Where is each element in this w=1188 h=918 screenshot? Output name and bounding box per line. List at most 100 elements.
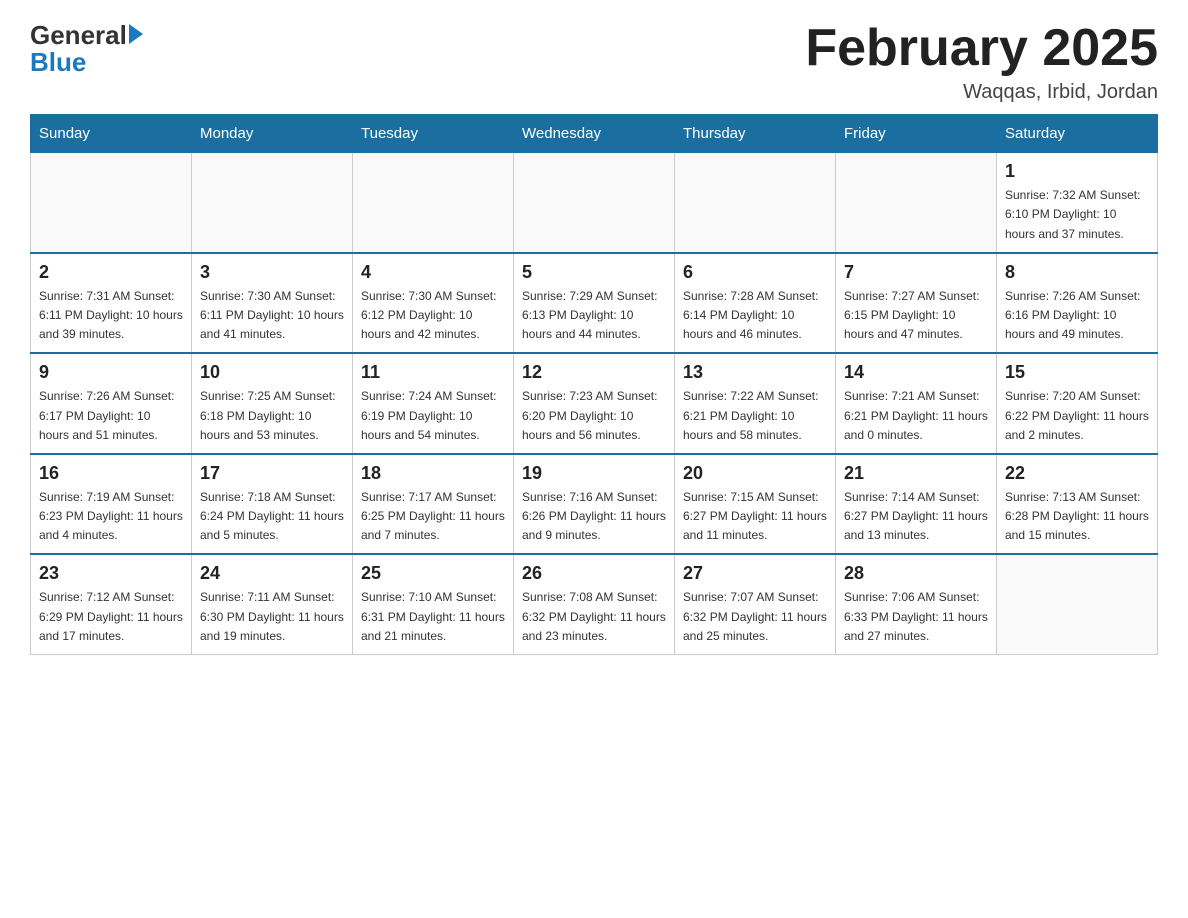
day-number: 19	[522, 463, 666, 484]
calendar-week-row: 23 Sunrise: 7:12 AM Sunset: 6:29 PM Dayli…	[31, 554, 1158, 654]
calendar-day-cell: 3 Sunrise: 7:30 AM Sunset: 6:11 PM Daylig…	[192, 253, 353, 354]
calendar-week-row: 9Sunrise: 7:26 AM Sunset: 6:17 PM Daylig…	[31, 353, 1158, 454]
day-number: 1	[1005, 161, 1149, 182]
calendar-day-cell	[353, 153, 514, 253]
logo-blue-text: Blue	[30, 49, 143, 75]
day-header-monday: Monday	[192, 115, 353, 153]
calendar-day-cell: 6 Sunrise: 7:28 AM Sunset: 6:14 PM Daylig…	[675, 253, 836, 354]
day-header-tuesday: Tuesday	[353, 115, 514, 153]
day-info: Sunrise: 7:07 AM Sunset: 6:32 PM Dayligh…	[683, 588, 827, 646]
day-number: 4	[361, 262, 505, 283]
calendar-day-cell: 25 Sunrise: 7:10 AM Sunset: 6:31 PM Dayli…	[353, 554, 514, 654]
calendar-day-cell	[514, 153, 675, 253]
calendar-day-cell: 10 Sunrise: 7:25 AM Sunset: 6:18 PM Dayli…	[192, 353, 353, 454]
calendar-day-cell: 15 Sunrise: 7:20 AM Sunset: 6:22 PM Dayli…	[997, 353, 1158, 454]
day-info: Sunrise: 7:30 AM Sunset: 6:11 PM Dayligh…	[200, 287, 344, 345]
day-number: 15	[1005, 362, 1149, 383]
day-number: 21	[844, 463, 988, 484]
day-number: 2	[39, 262, 183, 283]
calendar-title: February 2025	[805, 20, 1158, 77]
day-info: Sunrise: 7:14 AM Sunset: 6:27 PM Dayligh…	[844, 488, 988, 546]
day-info: Sunrise: 7:30 AM Sunset: 6:12 PM Dayligh…	[361, 287, 505, 345]
day-number: 22	[1005, 463, 1149, 484]
calendar-day-cell: 23 Sunrise: 7:12 AM Sunset: 6:29 PM Dayli…	[31, 554, 192, 654]
day-info: Sunrise: 7:16 AM Sunset: 6:26 PM Dayligh…	[522, 488, 666, 546]
calendar-day-cell: 26Sunrise: 7:08 AM Sunset: 6:32 PM Dayli…	[514, 554, 675, 654]
day-header-wednesday: Wednesday	[514, 115, 675, 153]
day-number: 10	[200, 362, 344, 383]
day-number: 25	[361, 563, 505, 584]
calendar-day-cell: 17 Sunrise: 7:18 AM Sunset: 6:24 PM Dayli…	[192, 454, 353, 555]
calendar-day-cell: 9Sunrise: 7:26 AM Sunset: 6:17 PM Daylig…	[31, 353, 192, 454]
day-info: Sunrise: 7:29 AM Sunset: 6:13 PM Dayligh…	[522, 287, 666, 345]
calendar-day-cell: 16 Sunrise: 7:19 AM Sunset: 6:23 PM Dayli…	[31, 454, 192, 555]
day-info: Sunrise: 7:26 AM Sunset: 6:16 PM Dayligh…	[1005, 287, 1149, 345]
day-info: Sunrise: 7:28 AM Sunset: 6:14 PM Dayligh…	[683, 287, 827, 345]
day-number: 14	[844, 362, 988, 383]
calendar-day-cell: 28 Sunrise: 7:06 AM Sunset: 6:33 PM Dayli…	[836, 554, 997, 654]
day-info: Sunrise: 7:13 AM Sunset: 6:28 PM Dayligh…	[1005, 488, 1149, 546]
day-number: 16	[39, 463, 183, 484]
day-number: 12	[522, 362, 666, 383]
day-number: 7	[844, 262, 988, 283]
day-info: Sunrise: 7:26 AM Sunset: 6:17 PM Dayligh…	[39, 387, 183, 445]
day-number: 3	[200, 262, 344, 283]
calendar-week-row: 2 Sunrise: 7:31 AM Sunset: 6:11 PM Daylig…	[31, 253, 1158, 354]
day-number: 24	[200, 563, 344, 584]
calendar-day-cell: 19 Sunrise: 7:16 AM Sunset: 6:26 PM Dayli…	[514, 454, 675, 555]
day-number: 11	[361, 362, 505, 383]
calendar-week-row: 16 Sunrise: 7:19 AM Sunset: 6:23 PM Dayli…	[31, 454, 1158, 555]
page-header: General Blue February 2025 Waqqas, Irbid…	[30, 20, 1158, 104]
day-info: Sunrise: 7:17 AM Sunset: 6:25 PM Dayligh…	[361, 488, 505, 546]
day-header-sunday: Sunday	[31, 115, 192, 153]
day-info: Sunrise: 7:19 AM Sunset: 6:23 PM Dayligh…	[39, 488, 183, 546]
calendar-day-cell: 27 Sunrise: 7:07 AM Sunset: 6:32 PM Dayli…	[675, 554, 836, 654]
day-header-friday: Friday	[836, 115, 997, 153]
day-number: 18	[361, 463, 505, 484]
calendar-day-cell: 4 Sunrise: 7:30 AM Sunset: 6:12 PM Daylig…	[353, 253, 514, 354]
day-info: Sunrise: 7:24 AM Sunset: 6:19 PM Dayligh…	[361, 387, 505, 445]
day-info: Sunrise: 7:18 AM Sunset: 6:24 PM Dayligh…	[200, 488, 344, 546]
day-info: Sunrise: 7:25 AM Sunset: 6:18 PM Dayligh…	[200, 387, 344, 445]
logo: General Blue	[30, 20, 143, 75]
calendar-day-cell: 21 Sunrise: 7:14 AM Sunset: 6:27 PM Dayli…	[836, 454, 997, 555]
day-number: 17	[200, 463, 344, 484]
title-block: February 2025 Waqqas, Irbid, Jordan	[805, 20, 1158, 104]
day-info: Sunrise: 7:15 AM Sunset: 6:27 PM Dayligh…	[683, 488, 827, 546]
day-number: 5	[522, 262, 666, 283]
calendar-day-cell	[675, 153, 836, 253]
calendar-header-row: SundayMondayTuesdayWednesdayThursdayFrid…	[31, 115, 1158, 153]
calendar-day-cell	[31, 153, 192, 253]
day-number: 20	[683, 463, 827, 484]
day-info: Sunrise: 7:32 AM Sunset: 6:10 PM Dayligh…	[1005, 186, 1149, 244]
calendar-day-cell: 18 Sunrise: 7:17 AM Sunset: 6:25 PM Dayli…	[353, 454, 514, 555]
day-number: 23	[39, 563, 183, 584]
day-info: Sunrise: 7:21 AM Sunset: 6:21 PM Dayligh…	[844, 387, 988, 445]
day-number: 8	[1005, 262, 1149, 283]
calendar-day-cell: 2 Sunrise: 7:31 AM Sunset: 6:11 PM Daylig…	[31, 253, 192, 354]
calendar-day-cell: 13 Sunrise: 7:22 AM Sunset: 6:21 PM Dayli…	[675, 353, 836, 454]
day-info: Sunrise: 7:27 AM Sunset: 6:15 PM Dayligh…	[844, 287, 988, 345]
calendar-day-cell: 20 Sunrise: 7:15 AM Sunset: 6:27 PM Dayli…	[675, 454, 836, 555]
day-number: 27	[683, 563, 827, 584]
calendar-day-cell: 8 Sunrise: 7:26 AM Sunset: 6:16 PM Daylig…	[997, 253, 1158, 354]
day-number: 6	[683, 262, 827, 283]
day-header-saturday: Saturday	[997, 115, 1158, 153]
day-number: 13	[683, 362, 827, 383]
calendar-day-cell: 5 Sunrise: 7:29 AM Sunset: 6:13 PM Daylig…	[514, 253, 675, 354]
day-info: Sunrise: 7:22 AM Sunset: 6:21 PM Dayligh…	[683, 387, 827, 445]
day-info: Sunrise: 7:20 AM Sunset: 6:22 PM Dayligh…	[1005, 387, 1149, 445]
day-info: Sunrise: 7:10 AM Sunset: 6:31 PM Dayligh…	[361, 588, 505, 646]
calendar-day-cell	[836, 153, 997, 253]
day-info: Sunrise: 7:31 AM Sunset: 6:11 PM Dayligh…	[39, 287, 183, 345]
logo-arrow-icon	[129, 24, 143, 44]
calendar-table: SundayMondayTuesdayWednesdayThursdayFrid…	[30, 114, 1158, 655]
calendar-day-cell: 12Sunrise: 7:23 AM Sunset: 6:20 PM Dayli…	[514, 353, 675, 454]
calendar-day-cell: 22 Sunrise: 7:13 AM Sunset: 6:28 PM Dayli…	[997, 454, 1158, 555]
day-number: 28	[844, 563, 988, 584]
day-info: Sunrise: 7:06 AM Sunset: 6:33 PM Dayligh…	[844, 588, 988, 646]
calendar-day-cell	[192, 153, 353, 253]
day-info: Sunrise: 7:12 AM Sunset: 6:29 PM Dayligh…	[39, 588, 183, 646]
day-info: Sunrise: 7:08 AM Sunset: 6:32 PM Dayligh…	[522, 588, 666, 646]
calendar-day-cell: 11 Sunrise: 7:24 AM Sunset: 6:19 PM Dayli…	[353, 353, 514, 454]
